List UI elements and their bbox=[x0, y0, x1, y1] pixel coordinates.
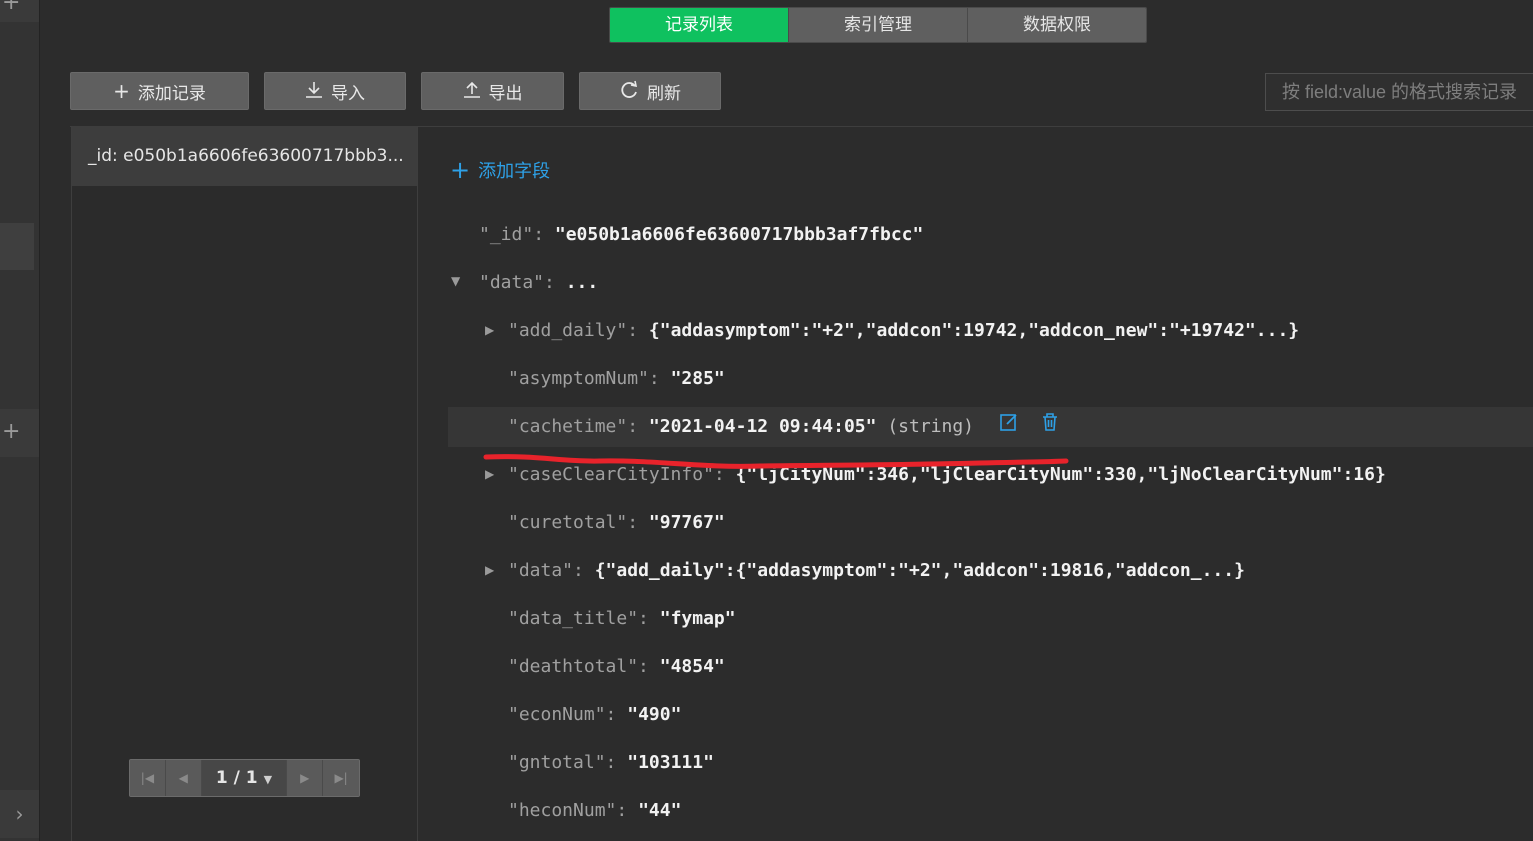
field-key: "data" bbox=[479, 272, 545, 293]
edit-icon[interactable] bbox=[999, 407, 1019, 447]
view-tabs: 记录列表 索引管理 数据权限 bbox=[609, 7, 1147, 43]
export-button[interactable]: 导出 bbox=[421, 72, 564, 110]
record-item[interactable]: _id: e050b1a6606fe63600717bbb3... bbox=[72, 126, 417, 186]
plus-icon: + bbox=[113, 79, 130, 103]
next-page-icon[interactable]: ▶ bbox=[287, 760, 324, 796]
page-select[interactable]: 1 / 1 ▼ bbox=[201, 760, 288, 796]
plus-icon: + bbox=[450, 156, 471, 184]
refresh-button[interactable]: 刷新 bbox=[579, 72, 721, 110]
field-row-highlighted[interactable]: "cachetime": "2021-04-12 09:44:05" (stri… bbox=[448, 407, 1533, 447]
field-row-data: "data": ... bbox=[479, 272, 599, 293]
field-value: "fymap" bbox=[659, 608, 736, 629]
prev-page-icon[interactable]: ◀ bbox=[165, 760, 202, 796]
field-value: "4854" bbox=[659, 656, 725, 677]
page-indicator: 1 / 1 bbox=[215, 768, 258, 788]
search-input[interactable] bbox=[1265, 73, 1533, 111]
field-key: "data_title" bbox=[508, 608, 639, 629]
expand-triangle-icon[interactable]: ▶ bbox=[485, 323, 494, 337]
field-value: "2021-04-12 09:44:05" bbox=[648, 416, 877, 437]
field-key: "add_daily" bbox=[508, 320, 628, 341]
refresh-label: 刷新 bbox=[647, 83, 681, 104]
pagination: |◀ ◀ 1 / 1 ▼ ▶ ▶| bbox=[129, 759, 360, 797]
field-value: ... bbox=[565, 272, 599, 293]
field-row: "deathtotal": "4854" bbox=[508, 656, 725, 677]
first-page-icon[interactable]: |◀ bbox=[130, 760, 166, 796]
document-panel: + 添加字段 "_id": "e050b1a6606fe63600717bbb3… bbox=[417, 127, 1533, 841]
expand-triangle-icon[interactable]: ▶ bbox=[485, 467, 494, 481]
field-value: "97767" bbox=[648, 512, 725, 533]
caret-down-icon: ▼ bbox=[263, 773, 273, 786]
field-value: {"addasymptom":"+2","addcon":19742,"addc… bbox=[648, 320, 1300, 341]
field-row: "heconNum": "44" bbox=[508, 800, 682, 821]
field-row-id: "_id": "e050b1a6606fe63600717bbb3af7fbcc… bbox=[479, 224, 924, 245]
field-row: "gntotal": "103111" bbox=[508, 752, 714, 773]
tab-records[interactable]: 记录列表 bbox=[610, 8, 789, 42]
field-row: "caseClearCityInfo": {"ljCityNum":346,"l… bbox=[508, 464, 1386, 485]
import-label: 导入 bbox=[331, 83, 365, 104]
add-field-button[interactable]: + 添加字段 bbox=[450, 157, 550, 183]
add-record-button[interactable]: + 添加记录 bbox=[70, 72, 249, 110]
field-key: "cachetime" bbox=[508, 416, 628, 437]
field-value: "490" bbox=[627, 704, 682, 725]
rail-add-icon[interactable]: + bbox=[0, 409, 39, 457]
add-field-label: 添加字段 bbox=[478, 161, 551, 182]
field-key: "_id" bbox=[479, 224, 534, 245]
field-row: "asymptomNum": "285" bbox=[508, 368, 725, 389]
field-row: "data": {"add_daily":{"addasymptom":"+2"… bbox=[508, 560, 1245, 581]
expand-triangle-icon[interactable]: ▶ bbox=[485, 563, 494, 577]
tab-permissions[interactable]: 数据权限 bbox=[968, 8, 1146, 42]
field-key: "curetotal" bbox=[508, 512, 628, 533]
field-value: {"ljCityNum":346,"ljClearCityNum":330,"l… bbox=[735, 464, 1386, 485]
field-value: "103111" bbox=[627, 752, 714, 773]
field-key: "deathtotal" bbox=[508, 656, 639, 677]
add-record-label: 添加记录 bbox=[137, 83, 206, 104]
field-value: "44" bbox=[638, 800, 682, 821]
import-button[interactable]: 导入 bbox=[264, 72, 406, 110]
refresh-icon bbox=[619, 80, 639, 103]
left-rail: + + › bbox=[0, 0, 40, 841]
rail-expand-chevron-icon[interactable]: › bbox=[0, 790, 39, 838]
field-row: "add_daily": {"addasymptom":"+2","addcon… bbox=[508, 320, 1300, 341]
collapse-triangle-icon[interactable]: ▼ bbox=[451, 274, 460, 288]
field-value: {"add_daily":{"addasymptom":"+2","addcon… bbox=[594, 560, 1245, 581]
last-page-icon[interactable]: ▶| bbox=[323, 760, 359, 796]
field-row: "curetotal": "97767" bbox=[508, 512, 725, 533]
field-key: "econNum" bbox=[508, 704, 606, 725]
upload-icon bbox=[463, 81, 481, 102]
field-key: "heconNum" bbox=[508, 800, 617, 821]
field-row: "data_title": "fymap" bbox=[508, 608, 736, 629]
field-key: "gntotal" bbox=[508, 752, 606, 773]
field-key: "caseClearCityInfo" bbox=[508, 464, 714, 485]
field-key: "asymptomNum" bbox=[508, 368, 649, 389]
tab-indexes[interactable]: 索引管理 bbox=[789, 8, 968, 42]
field-type: (string) bbox=[887, 416, 975, 437]
rail-add-icon-top[interactable]: + bbox=[0, 0, 39, 22]
field-value: "285" bbox=[670, 368, 725, 389]
records-panel: _id: e050b1a6606fe63600717bbb3... bbox=[71, 126, 418, 841]
field-row: "econNum": "490" bbox=[508, 704, 682, 725]
rail-block bbox=[0, 223, 34, 270]
field-value: "e050b1a6606fe63600717bbb3af7fbcc" bbox=[554, 224, 924, 245]
delete-trash-icon[interactable] bbox=[1040, 407, 1060, 447]
download-icon bbox=[305, 81, 323, 102]
export-label: 导出 bbox=[488, 83, 523, 104]
field-key: "data" bbox=[508, 560, 574, 581]
